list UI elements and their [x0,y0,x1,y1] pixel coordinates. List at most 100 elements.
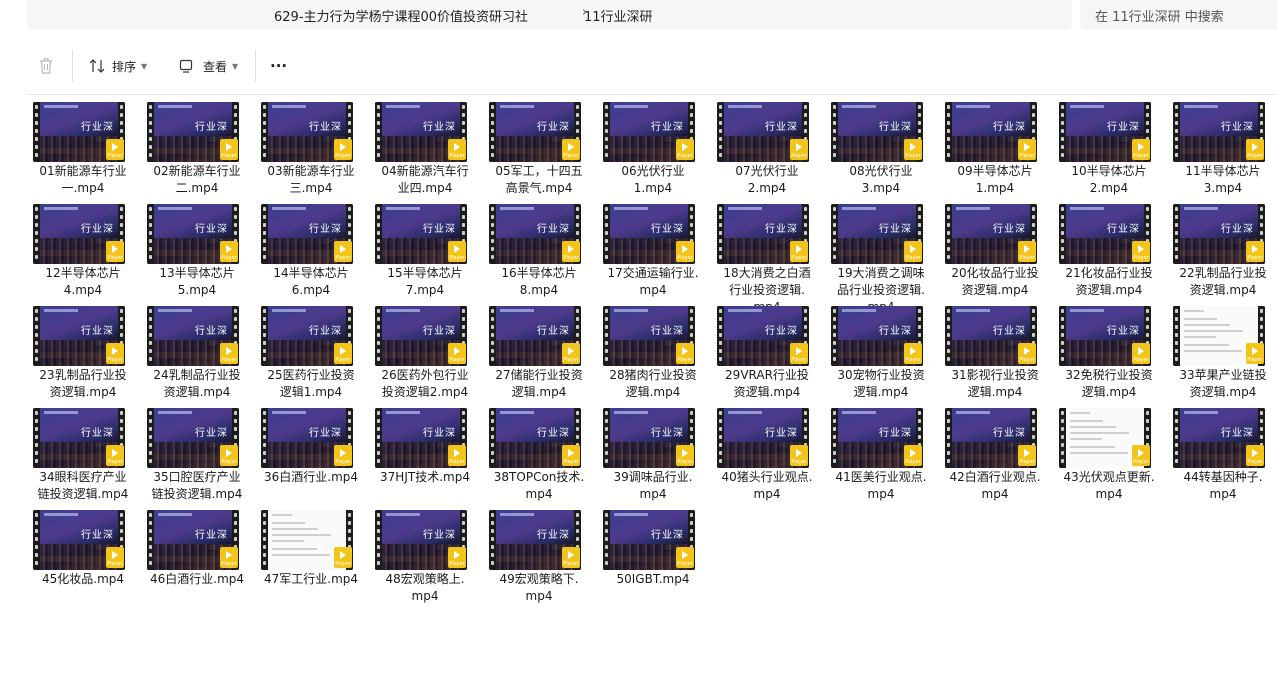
player-play-icon: Player [106,343,124,364]
file-item[interactable]: 行业深本期主题Player 40猪头行业观点. mp4 [710,406,824,506]
file-item[interactable]: 行业深本期主题Player 13半导体芯片 5.mp4 [140,202,254,302]
file-item[interactable]: 行业深本期主题Player 17交通运输行业. mp4 [596,202,710,302]
file-item[interactable]: 行业深本期主题Player19大消费之调味品行业投资逻辑.mp4 [824,202,938,314]
file-item[interactable]: 行业深本期主题Player 12半导体芯片 4.mp4 [26,202,140,302]
breadcrumb-current[interactable]: 11行业深研 [584,6,653,25]
thumbnail-title: 行业深 [1221,224,1254,235]
delete-button[interactable] [38,38,54,94]
file-item[interactable]: 行业深本期主题Player 45化妆品.mp4 [26,508,140,608]
file-item[interactable]: 行业深本期主题Player 11半导体芯片 3.mp4 [1166,100,1277,200]
film-strip-icon [33,102,40,162]
file-item[interactable]: 行业深本期主题Player 08光伏行业 3.mp4 [824,100,938,200]
file-item[interactable]: 行业深本期主题Player 16半导体芯片 8.mp4 [482,202,596,302]
thumbnail-title: 行业深 [195,224,228,235]
file-item[interactable]: 行业深本期主题Player21化妆品行业投资逻辑.mp4 [1052,202,1166,302]
player-badge-label: Player [1247,357,1263,363]
thumbnail-title: 行业深 [651,428,684,439]
thumbnail-title: 行业深 [993,428,1026,439]
thumbnail-title: 行业深 [309,428,342,439]
address-bar[interactable]: 629-主力行为学杨宁课程00价值投资研习社 › 11行业深研 [26,0,1072,30]
file-item[interactable]: 行业深本期主题Player 48宏观策略上. mp4 [368,508,482,608]
file-item[interactable]: 行业深本期主题Player26医药外包行业投资逻辑2.mp4 [368,304,482,404]
file-item[interactable]: 行业深本期主题Player34眼科医疗产业链投资逻辑.mp4 [26,406,140,506]
player-badge-label: Player [1019,459,1035,465]
player-play-icon: Player [562,139,580,160]
file-item[interactable]: 行业深本期主题Player 06光伏行业 1.mp4 [596,100,710,200]
file-item[interactable]: Player 33苹果产业链投 资逻辑.mp4 [1166,304,1277,404]
file-item[interactable]: 行业深本期主题Player 37HJT技术.mp4 [368,406,482,506]
file-item[interactable]: 行业深本期主题Player 15半导体芯片 7.mp4 [368,202,482,302]
player-play-icon: Player [448,343,466,364]
file-item[interactable]: 行业深本期主题Player 07光伏行业 2.mp4 [710,100,824,200]
video-thumbnail: 行业深本期主题Player [831,408,923,468]
file-name-line: 39调味品行业. [613,470,693,484]
file-item[interactable]: 行业深本期主题Player 14半导体芯片 6.mp4 [254,202,368,302]
player-play-icon: Player [1246,445,1264,466]
file-name: 45化妆品.mp4 [26,571,140,588]
file-item[interactable]: 行业深本期主题Player18大消费之白酒行业投资逻辑.mp4 [710,202,824,314]
file-name-line: 26医药外包行业 [381,368,469,382]
file-item[interactable]: 行业深本期主题Player 46白酒行业.mp4 [140,508,254,608]
file-item[interactable]: 行业深本期主题Player22乳制品行业投资逻辑.mp4 [1166,202,1277,302]
file-name-line: 24乳制品行业投 [153,368,241,382]
player-badge-label: Player [791,255,807,261]
thumbnail-title: 行业深 [993,224,1026,235]
file-item[interactable]: 行业深本期主题Player 50IGBT.mp4 [596,508,710,608]
file-item[interactable]: 行业深本期主题Player 10半导体芯片 2.mp4 [1052,100,1166,200]
player-play-icon: Player [334,547,352,568]
file-item[interactable]: 行业深本期主题Player27储能行业投资逻辑.mp4 [482,304,596,404]
thumbnail-title: 行业深 [423,326,456,337]
more-options-button[interactable]: ··· [270,38,287,94]
file-item[interactable]: 行业深本期主题Player35口腔医疗产业链投资逻辑.mp4 [140,406,254,506]
file-item[interactable]: 行业深本期主题Player29VRAR行业投资逻辑.mp4 [710,304,824,404]
file-name-line: 01新能源车行业 [39,164,127,178]
file-name: 23乳制品行业投 资逻辑.mp4 [26,367,140,401]
file-item[interactable]: 行业深本期主题Player25医药行业投资逻辑1.mp4 [254,304,368,404]
file-item[interactable]: 行业深本期主题Player04新能源汽车行业四.mp4 [368,100,482,200]
film-strip-icon [33,510,40,570]
player-play-icon: Player [1132,241,1150,262]
file-name-line: 19大消费之调味 [837,266,925,280]
player-play-icon: Player [106,139,124,160]
file-item[interactable]: 行业深本期主题Player 38TOPCon技术. mp4 [482,406,596,506]
thumbnail-title: 行业深 [1107,122,1140,133]
video-thumbnail: Player [261,510,353,570]
file-item[interactable]: 行业深本期主题Player05军工，十四五高景气.mp4 [482,100,596,200]
file-item[interactable]: Player 47军工行业.mp4 [254,508,368,608]
file-item[interactable]: 行业深本期主题Player01新能源车行业一.mp4 [26,100,140,200]
file-item[interactable]: 行业深本期主题Player20化妆品行业投资逻辑.mp4 [938,202,1052,302]
file-item[interactable]: 行业深本期主题Player32免税行业投资逻辑.mp4 [1052,304,1166,404]
file-name-line: 35口腔医疗产业 [153,470,241,484]
file-name-line: 03新能源车行业 [267,164,355,178]
file-item[interactable]: 行业深本期主题Player 49宏观策略下. mp4 [482,508,596,608]
file-name-line: 23乳制品行业投 [39,368,127,382]
video-thumbnail: 行业深本期主题Player [261,204,353,264]
search-box[interactable]: 在 11行业深研 中搜索 [1080,0,1277,30]
file-item[interactable]: 行业深本期主题Player 39调味品行业. mp4 [596,406,710,506]
view-button[interactable]: 查看 ▼ [179,38,238,94]
file-item[interactable]: 行业深本期主题Player30宠物行业投资逻辑.mp4 [824,304,938,404]
file-item[interactable]: 行业深本期主题Player 42白酒行业观点. mp4 [938,406,1052,506]
player-badge-label: Player [335,561,351,567]
file-item[interactable]: 行业深本期主题Player23乳制品行业投资逻辑.mp4 [26,304,140,404]
video-thumbnail: 行业深本期主题Player [603,510,695,570]
file-name: 02新能源车行业 二.mp4 [140,163,254,197]
file-name-line: 17交通运输行业. [607,266,699,280]
file-item[interactable]: 行业深本期主题Player24乳制品行业投资逻辑.mp4 [140,304,254,404]
file-item[interactable]: 行业深本期主题Player 36白酒行业.mp4 [254,406,368,506]
file-item[interactable]: 行业深本期主题Player 41医美行业观点. mp4 [824,406,938,506]
file-item[interactable]: 行业深本期主题Player 44转基因种子. mp4 [1166,406,1277,506]
sort-button[interactable]: 排序 ▼ [88,38,147,94]
file-item[interactable]: Player 43光伏观点更新. mp4 [1052,406,1166,506]
file-item[interactable]: 行业深本期主题Player31影视行业投资逻辑.mp4 [938,304,1052,404]
breadcrumb-parent[interactable]: 629-主力行为学杨宁课程00价值投资研习社 [274,6,528,25]
file-name-line: 7.mp4 [405,283,445,297]
file-item[interactable]: 行业深本期主题Player28猪肉行业投资逻辑.mp4 [596,304,710,404]
file-item[interactable]: 行业深本期主题Player03新能源车行业三.mp4 [254,100,368,200]
file-item[interactable]: 行业深本期主题Player 09半导体芯片 1.mp4 [938,100,1052,200]
thumbnail-title: 行业深 [81,122,114,133]
search-input[interactable]: 在 11行业深研 中搜索 [1095,6,1224,25]
view-label: 查看 [203,59,228,74]
film-strip-icon [147,102,154,162]
file-item[interactable]: 行业深本期主题Player02新能源车行业二.mp4 [140,100,254,200]
